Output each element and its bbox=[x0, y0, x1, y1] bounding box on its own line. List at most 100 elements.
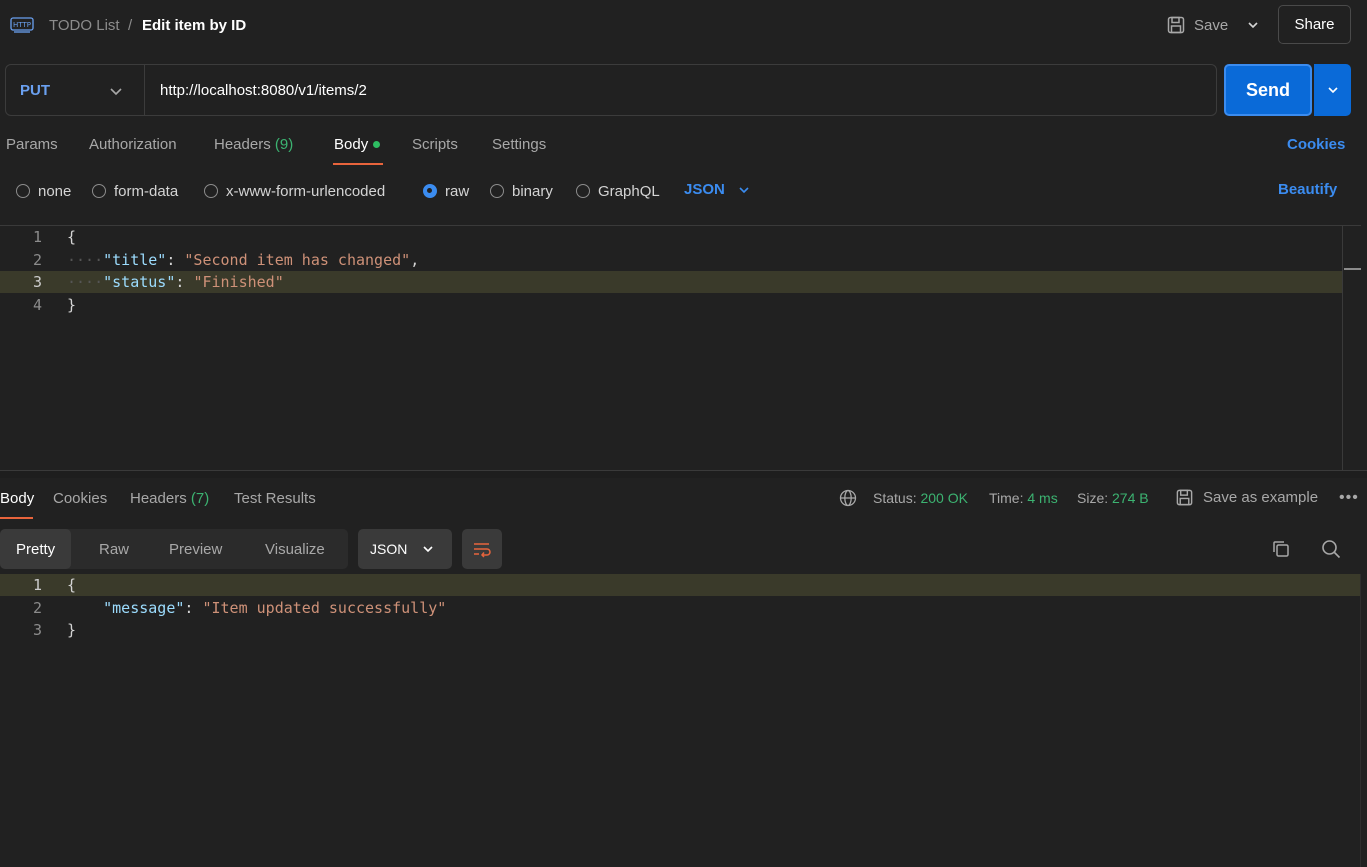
tab-body-label: Body bbox=[334, 136, 369, 153]
json-key: "message" bbox=[103, 599, 185, 617]
response-tab-headers[interactable]: Headers (7) bbox=[130, 490, 209, 507]
radio-circle bbox=[16, 184, 30, 198]
code-text: "message": "Item updated successfully" bbox=[103, 599, 447, 617]
radio-binary[interactable]: binary bbox=[490, 181, 553, 201]
code-line: 2 ····"title": "Second item has changed"… bbox=[0, 249, 1342, 271]
send-options-button[interactable] bbox=[1314, 64, 1351, 116]
save-as-example-button[interactable]: Save as example bbox=[1175, 488, 1318, 507]
chevron-down-icon bbox=[1327, 87, 1338, 94]
line-number: 2 bbox=[32, 599, 42, 617]
url-input[interactable]: http://localhost:8080/v1/items/2 bbox=[160, 82, 367, 99]
response-tab-cookies[interactable]: Cookies bbox=[53, 490, 107, 507]
copy-icon[interactable] bbox=[1271, 539, 1291, 559]
meta-label: Time: bbox=[989, 490, 1024, 506]
tab-headers-count: (9) bbox=[274, 136, 294, 153]
share-button[interactable]: Share bbox=[1278, 5, 1351, 44]
tab-authorization[interactable]: Authorization bbox=[89, 136, 177, 153]
line-number: 1 bbox=[32, 228, 42, 246]
code-line: 2 "message": "Item updated successfully" bbox=[0, 597, 1360, 619]
view-tab-preview[interactable]: Preview bbox=[169, 529, 222, 569]
meta-label: Size: bbox=[1077, 490, 1109, 506]
code-line-active: 3 ····"status": "Finished" bbox=[0, 271, 1342, 293]
code-text: ····"status": "Finished" bbox=[67, 273, 284, 291]
send-button[interactable]: Send bbox=[1224, 64, 1312, 116]
code-line: 4 } bbox=[0, 294, 1342, 316]
radio-label: none bbox=[38, 182, 72, 200]
radio-label: raw bbox=[445, 182, 470, 200]
globe-icon[interactable] bbox=[839, 489, 857, 507]
radio-circle bbox=[92, 184, 106, 198]
radio-circle-checked bbox=[423, 184, 437, 198]
size-value: 274 B bbox=[1112, 490, 1149, 506]
view-tab-pretty[interactable]: Pretty bbox=[0, 529, 72, 569]
line-number: 2 bbox=[32, 251, 42, 269]
cookies-link[interactable]: Cookies bbox=[1287, 136, 1345, 153]
tab-params[interactable]: Params bbox=[6, 136, 58, 153]
radio-label: binary bbox=[512, 182, 553, 200]
response-status[interactable]: Status: 200 OK bbox=[873, 490, 968, 506]
response-time[interactable]: Time: 4 ms bbox=[989, 490, 1058, 506]
scrollbar-thumb[interactable] bbox=[1344, 268, 1361, 270]
json-key: "title" bbox=[103, 251, 167, 269]
code-text: { bbox=[67, 576, 77, 594]
json-key: "status" bbox=[103, 273, 176, 291]
tab-scripts[interactable]: Scripts bbox=[412, 136, 458, 153]
response-tab-test-results[interactable]: Test Results bbox=[234, 490, 316, 507]
time-value: 4 ms bbox=[1027, 490, 1058, 506]
page-title[interactable]: Edit item by ID bbox=[142, 17, 246, 34]
active-tab-underline bbox=[333, 163, 383, 165]
save-options-button[interactable] bbox=[1240, 9, 1266, 41]
view-tab-visualize[interactable]: Visualize bbox=[265, 529, 325, 569]
beautify-button[interactable]: Beautify bbox=[1278, 181, 1337, 198]
body-modified-dot bbox=[373, 140, 381, 148]
pane-resize-handle[interactable] bbox=[0, 470, 1367, 478]
http-icon: HTTP bbox=[10, 17, 34, 33]
tab-settings[interactable]: Settings bbox=[492, 136, 546, 153]
tab-count: (7) bbox=[190, 490, 210, 507]
wrap-lines-button[interactable] bbox=[462, 529, 502, 569]
method-select[interactable]: PUT bbox=[20, 82, 50, 99]
radio-none[interactable]: none bbox=[16, 181, 71, 201]
tab-label: Headers bbox=[130, 490, 187, 507]
radio-circle bbox=[490, 184, 504, 198]
line-number: 1 bbox=[32, 576, 42, 594]
json-string: "Finished" bbox=[193, 273, 284, 291]
breadcrumb-separator: / bbox=[128, 17, 133, 34]
tab-body[interactable]: Body bbox=[334, 136, 381, 153]
request-bar: PUT http://localhost:8080/v1/items/2 bbox=[5, 64, 1217, 116]
chevron-down-icon bbox=[1248, 22, 1258, 29]
line-number: 3 bbox=[32, 273, 42, 291]
format-label: JSON bbox=[370, 541, 408, 557]
svg-text:HTTP: HTTP bbox=[13, 21, 31, 29]
save-button[interactable]: Save bbox=[1160, 9, 1240, 41]
code-text: ····"title": "Second item has changed", bbox=[67, 251, 420, 269]
breadcrumb-parent[interactable]: TODO List bbox=[49, 17, 120, 34]
response-size[interactable]: Size: 274 B bbox=[1077, 490, 1149, 506]
line-number: 3 bbox=[32, 621, 42, 639]
status-value: 200 OK bbox=[920, 490, 968, 506]
response-format-select[interactable]: JSON bbox=[358, 529, 452, 569]
search-icon[interactable] bbox=[1320, 538, 1342, 560]
body-format-select[interactable]: JSON bbox=[684, 181, 751, 198]
chevron-down-icon bbox=[739, 186, 749, 193]
view-tab-raw[interactable]: Raw bbox=[99, 529, 129, 569]
json-string: "Second item has changed" bbox=[184, 251, 411, 269]
wrap-icon bbox=[474, 543, 491, 558]
code-text: } bbox=[67, 621, 77, 639]
response-tab-body[interactable]: Body bbox=[0, 490, 34, 507]
chevron-down-icon[interactable] bbox=[108, 83, 124, 99]
response-scrollbar[interactable] bbox=[1360, 574, 1367, 867]
radio-form-data[interactable]: form-data bbox=[92, 181, 178, 201]
radio-raw[interactable]: raw bbox=[423, 181, 469, 201]
radio-label: GraphQL bbox=[598, 182, 660, 200]
radio-label: form-data bbox=[114, 182, 179, 200]
json-string: "Item updated successfully" bbox=[202, 599, 447, 617]
tab-headers[interactable]: Headers (9) bbox=[214, 136, 293, 153]
radio-graphql[interactable]: GraphQL bbox=[576, 181, 660, 201]
radio-circle bbox=[204, 184, 218, 198]
editor-scrollbar[interactable] bbox=[1342, 226, 1361, 470]
radio-urlencoded[interactable]: x-www-form-urlencoded bbox=[204, 181, 385, 201]
divider bbox=[144, 65, 145, 115]
code-line: 1 { bbox=[0, 226, 1342, 248]
more-icon[interactable]: ••• bbox=[1339, 489, 1359, 507]
